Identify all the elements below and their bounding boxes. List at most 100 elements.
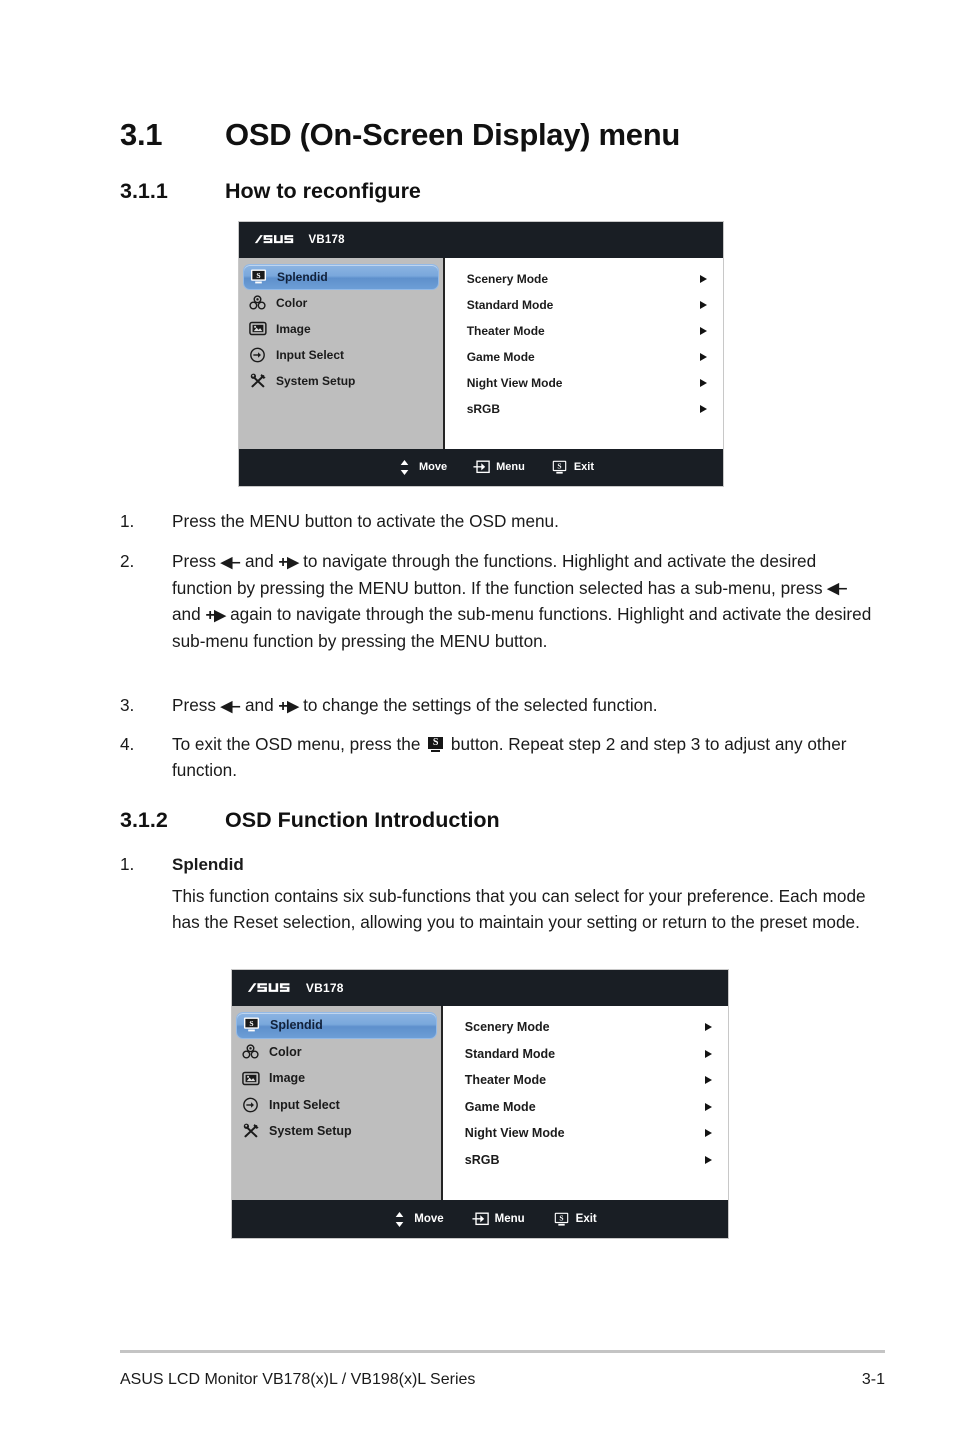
step-text-part: to change the settings of the selected f… (298, 695, 658, 715)
step-number: 4. (120, 734, 135, 754)
step-text-part: Press (172, 695, 221, 715)
osd-footer-menu[interactable]: Menu (472, 1212, 525, 1227)
subsection-title: How to reconfigure (225, 179, 421, 203)
osd-sidebar: S Splendid Color Image Input Select Syst… (239, 257, 445, 450)
osd-option-standard-mode[interactable]: Standard Mode (445, 292, 723, 318)
plus-right-button-glyph: +▶ (205, 606, 226, 624)
osd-option-srgb[interactable]: sRGB (445, 396, 723, 422)
subsection-number: 3.1.1 (120, 179, 168, 203)
osd-footer-move[interactable]: Move (396, 459, 448, 475)
osd-model-label: VB178 (305, 981, 344, 996)
osd-option-game-mode[interactable]: Game Mode (443, 1094, 728, 1121)
osd-sidebar-label: System Setup (269, 1124, 352, 1139)
section-heading-3-1: 3.1 OSD (On-Screen Display) menu (120, 117, 680, 153)
chevron-right-icon (705, 1076, 712, 1085)
osd-sidebar-item-input-select[interactable]: Input Select (243, 342, 439, 368)
function-description-block: This function contains six sub-functions… (120, 884, 880, 935)
step-number: 1. (120, 511, 135, 531)
osd-option-game-mode[interactable]: Game Mode (445, 344, 723, 370)
page-footer: ASUS LCD Monitor VB178(x)L / VB198(x)L S… (120, 1371, 885, 1389)
plus-right-button-glyph: +▶ (278, 553, 299, 571)
section-title: OSD (On-Screen Display) menu (225, 117, 680, 152)
plus-right-button-glyph: +▶ (278, 697, 299, 715)
chevron-right-icon (700, 274, 707, 283)
subsection-heading-3-1-2: 3.1.2 OSD Function Introduction (120, 808, 500, 833)
chevron-right-icon (700, 352, 707, 361)
osd-sidebar-item-color[interactable]: Color (243, 290, 439, 316)
osd-option-label: Night View Mode (464, 1126, 565, 1141)
svg-text:S: S (249, 1019, 253, 1028)
osd-sidebar-label: Image (269, 1071, 306, 1086)
osd-option-label: Theater Mode (464, 1073, 547, 1088)
osd-footer-bar: Move Menu S Exit (232, 1200, 728, 1238)
osd-options-panel: Scenery Mode Standard Mode Theater Mode … (442, 1006, 728, 1201)
osd-option-standard-mode[interactable]: Standard Mode (443, 1041, 728, 1068)
asus-logo-icon (254, 235, 293, 244)
menu-enter-icon (473, 460, 490, 475)
osd-footer-label: Menu (496, 461, 525, 474)
osd-footer-menu[interactable]: Menu (473, 460, 525, 475)
osd-sidebar-label: Splendid (270, 1018, 323, 1033)
osd-sidebar-item-image[interactable]: Image (236, 1065, 437, 1092)
osd-option-theater-mode[interactable]: Theater Mode (445, 318, 723, 344)
chevron-right-icon (705, 1049, 712, 1058)
step-text: Press ◀– and +▶ to change the settings o… (172, 693, 880, 720)
color-circles-icon (241, 1043, 260, 1060)
osd-option-scenery-mode[interactable]: Scenery Mode (445, 266, 723, 292)
osd-sidebar-label: Input Select (269, 1097, 340, 1112)
step-item-4: 4. To exit the OSD menu, press the S but… (120, 732, 880, 783)
function-name: Splendid (172, 855, 244, 874)
osd-sidebar-label: System Setup (276, 373, 356, 388)
step-text-part: and (240, 695, 279, 715)
osd-option-label: Scenery Mode (464, 1020, 550, 1035)
osd-option-scenery-mode[interactable]: Scenery Mode (443, 1014, 728, 1041)
osd-menu-screenshot-bottom: VB178 S Splendid Color Image Input Selec… (231, 969, 729, 1239)
osd-option-night-view-mode[interactable]: Night View Mode (445, 370, 723, 396)
osd-sidebar-item-color[interactable]: Color (236, 1039, 437, 1066)
osd-sidebar-item-system-setup[interactable]: System Setup (236, 1118, 437, 1145)
chevron-right-icon (705, 1102, 712, 1111)
image-picture-icon (241, 1070, 260, 1087)
osd-sidebar-item-image[interactable]: Image (243, 316, 439, 342)
left-minus-button-glyph: ◀– (220, 553, 241, 571)
step-text-part: and (240, 551, 279, 571)
splendid-monitor-icon: S (428, 737, 444, 752)
osd-option-srgb[interactable]: sRGB (443, 1147, 728, 1174)
up-down-arrows-icon (396, 459, 413, 475)
osd-option-label: Night View Mode (466, 375, 563, 390)
osd-titlebar: VB178 (239, 222, 723, 258)
step-text: Press the MENU button to activate the OS… (172, 511, 559, 531)
osd-sidebar-item-system-setup[interactable]: System Setup (243, 368, 439, 394)
chevron-right-icon (700, 404, 707, 413)
svg-text:S: S (559, 1213, 563, 1222)
step-text: Press ◀– and +▶ to navigate through the … (172, 549, 880, 654)
osd-footer-bar: Move Menu S Exit (239, 449, 723, 486)
osd-sidebar-item-input-select[interactable]: Input Select (236, 1092, 437, 1119)
splendid-monitor-icon: S (242, 1017, 261, 1034)
osd-option-night-view-mode[interactable]: Night View Mode (443, 1120, 728, 1147)
svg-text:S: S (256, 271, 260, 280)
footer-text: ASUS LCD Monitor VB178(x)L / VB198(x)L S… (120, 1371, 476, 1388)
function-description: This function contains six sub-functions… (172, 886, 866, 932)
chevron-right-icon (705, 1023, 712, 1032)
chevron-right-icon (700, 326, 707, 335)
asus-logo-icon (247, 983, 290, 992)
menu-enter-icon (472, 1212, 489, 1227)
tools-icon (248, 372, 267, 389)
osd-footer-move[interactable]: Move (391, 1211, 444, 1227)
chevron-right-icon (700, 378, 707, 387)
osd-sidebar-item-splendid[interactable]: S Splendid (236, 1012, 437, 1039)
function-item-splendid: 1. Splendid (120, 852, 880, 878)
osd-footer-exit[interactable]: S Exit (553, 1212, 597, 1227)
osd-option-label: Standard Mode (466, 297, 554, 312)
osd-option-theater-mode[interactable]: Theater Mode (443, 1067, 728, 1094)
osd-sidebar-item-splendid[interactable]: S Splendid (243, 263, 439, 290)
osd-footer-label: Menu (494, 1213, 525, 1226)
step-text-part: again to navigate through the sub-menu f… (172, 604, 872, 651)
osd-sidebar-label: Splendid (277, 269, 328, 284)
osd-footer-exit[interactable]: S Exit (551, 460, 594, 475)
osd-footer-label: Move (418, 461, 448, 474)
osd-footer-label: Move (414, 1213, 444, 1226)
osd-sidebar-label: Input Select (276, 347, 345, 362)
